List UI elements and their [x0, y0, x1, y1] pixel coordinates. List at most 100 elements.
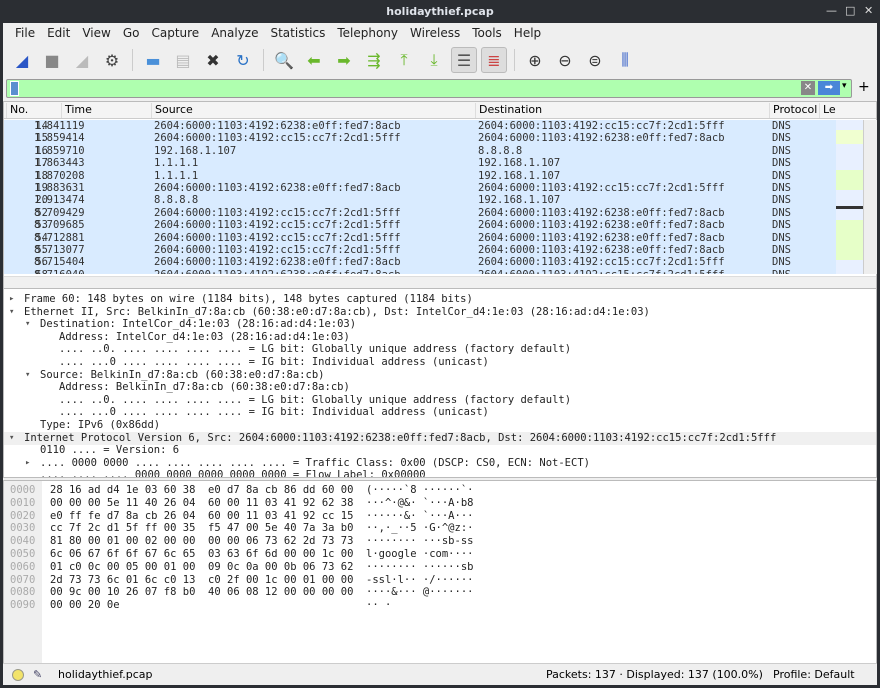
- packet-row[interactable]: 18 1.870208 1.1.1.1 192.168.1.107 DNS: [4, 169, 836, 182]
- find-icon[interactable]: 🔍: [271, 47, 297, 73]
- display-filter-input[interactable]: [23, 80, 803, 97]
- packet-row[interactable]: 54 8.712881 2604:6000:1103:4192:cc15:cc7f:…: [4, 231, 836, 244]
- packet-row[interactable]: 588.7160402604:6000:1103:4192:6238:e0ff:…: [4, 268, 836, 274]
- menu-view[interactable]: View: [76, 26, 116, 40]
- bookmark-icon[interactable]: [10, 81, 19, 96]
- menu-analyze[interactable]: Analyze: [205, 26, 264, 40]
- hex-bytes[interactable]: cc 7f 2c d1 5f ff 00 35 f5 47 00 5e 40 7…: [50, 522, 353, 535]
- menu-statistics[interactable]: Statistics: [264, 26, 331, 40]
- hex-bytes[interactable]: 81 80 00 01 00 02 00 00 00 00 06 73 62 2…: [50, 535, 353, 548]
- shark-fin-start-icon[interactable]: ◢: [9, 47, 35, 73]
- close-icon[interactable]: ✕: [864, 4, 873, 17]
- packet-row[interactable]: 16 1.859710 192.168.1.107 8.8.8.8 DNS: [4, 144, 836, 158]
- hex-ascii[interactable]: l·google ·com····: [366, 548, 473, 561]
- packet-minimap[interactable]: [836, 120, 863, 274]
- detail-row[interactable]: .... ...0 .... .... .... .... = IG bit: …: [4, 406, 876, 419]
- packet-row[interactable]: 15 1.859414 2604:6000:1103:4192:cc15:cc7f:…: [4, 132, 836, 145]
- detail-row[interactable]: ▾ Source: BelkinIn_d7:8a:cb (60:38:e0:d7:…: [4, 369, 876, 382]
- capture-comment-icon[interactable]: ✎: [33, 664, 42, 686]
- detail-row[interactable]: ▾ Ethernet II, Src: BelkinIn_d7:8a:cb (60…: [4, 306, 876, 319]
- menu-wireless[interactable]: Wireless: [404, 26, 466, 40]
- packet-row[interactable]: 56 8.715404 2604:6000:1103:4192:6238:e0ff:…: [4, 256, 836, 269]
- detail-row[interactable]: Address: IntelCor_d4:1e:03 (28:16:ad:d4:…: [4, 331, 876, 344]
- detail-row[interactable]: .... ...0 .... .... .... .... = IG bit: …: [4, 356, 876, 369]
- zoom-in-icon[interactable]: ⊕: [522, 47, 548, 73]
- open-folder-icon[interactable]: ▬: [140, 47, 166, 73]
- colorize-icon[interactable]: ≣: [481, 47, 507, 73]
- clear-filter-icon[interactable]: ✕: [801, 81, 815, 95]
- back-arrow-icon[interactable]: ⬅: [301, 47, 327, 73]
- packet-row[interactable]: 14 1.841119 2604:6000:1103:4192:6238:e0ff:…: [4, 120, 836, 133]
- detail-row[interactable]: Address: BelkinIn_d7:8a:cb (60:38:e0:d7:…: [4, 381, 876, 394]
- hex-bytes[interactable]: 00 00 20 0e: [50, 599, 120, 612]
- status-profile[interactable]: Profile: Default: [773, 664, 855, 686]
- add-filter-button-icon[interactable]: +: [858, 79, 870, 95]
- detail-row[interactable]: .... ..0. .... .... .... .... = LG bit: …: [4, 394, 876, 407]
- menu-go[interactable]: Go: [117, 26, 146, 40]
- collapsed-arrow-icon[interactable]: ▸: [9, 293, 14, 306]
- packet-row[interactable]: 55 8.713077 2604:6000:1103:4192:cc15:cc7f:…: [4, 244, 836, 257]
- expanded-arrow-icon[interactable]: ▾: [9, 306, 14, 319]
- last-packet-icon[interactable]: ⤓: [421, 47, 447, 73]
- hex-ascii[interactable]: -ssl·l·· ·/······: [366, 574, 473, 587]
- column-header-time[interactable]: Time: [61, 103, 92, 118]
- detail-row[interactable]: ▸ .... 0000 0000 .... .... .... .... ....…: [4, 457, 876, 470]
- column-header-destination[interactable]: Destination: [475, 103, 542, 118]
- menu-telephony[interactable]: Telephony: [331, 26, 404, 40]
- detail-row[interactable]: 0110 .... = Version: 6: [4, 444, 876, 457]
- stop-icon[interactable]: ■: [39, 47, 65, 73]
- expanded-arrow-icon[interactable]: ▾: [9, 432, 14, 445]
- detail-row[interactable]: Type: IPv6 (0x86dd): [4, 419, 876, 432]
- expert-info-icon[interactable]: [12, 669, 24, 681]
- hex-bytes[interactable]: 2d 73 73 6c 01 6c c0 13 c0 2f 00 1c 00 0…: [50, 574, 353, 587]
- detail-row[interactable]: ▾ Internet Protocol Version 6, Src: 2604:…: [4, 431, 876, 445]
- expanded-arrow-icon[interactable]: ▾: [25, 369, 30, 382]
- go-to-packet-icon[interactable]: ⇶: [361, 47, 387, 73]
- packet-row[interactable]: 17 1.863443 1.1.1.1 192.168.1.107 DNS: [4, 157, 836, 170]
- packet-row[interactable]: 19 1.883631 2604:6000:1103:4192:6238:e0ff:…: [4, 182, 836, 195]
- save-file-icon[interactable]: ▤: [170, 47, 196, 73]
- resize-columns-icon[interactable]: ⫼: [612, 47, 638, 73]
- packet-list-scrollbar[interactable]: [863, 120, 877, 274]
- detail-row[interactable]: ▾ Destination: IntelCor_d4:1e:03 (28:16:a…: [4, 318, 876, 331]
- menu-capture[interactable]: Capture: [145, 26, 205, 40]
- detail-row[interactable]: ▸ Frame 60: 148 bytes on wire (1184 bits)…: [4, 293, 876, 306]
- hex-bytes[interactable]: 28 16 ad d4 1e 03 60 38 e0 d7 8a cb 86 d…: [50, 484, 353, 497]
- options-gear-icon[interactable]: ⚙: [99, 47, 125, 73]
- hex-bytes[interactable]: e0 ff fe d7 8a cb 26 04 60 00 11 03 41 9…: [50, 510, 353, 523]
- column-header-protocol[interactable]: Protocol: [769, 103, 817, 118]
- column-header-le[interactable]: Le: [819, 103, 836, 118]
- hex-ascii[interactable]: ······&· `···A···: [366, 510, 473, 523]
- hex-bytes[interactable]: 6c 06 67 6f 6f 67 6c 65 03 63 6f 6d 00 0…: [50, 548, 353, 561]
- maximize-icon[interactable]: □: [845, 4, 855, 17]
- expanded-arrow-icon[interactable]: ▾: [25, 318, 30, 331]
- hex-ascii[interactable]: ········ ······sb: [366, 561, 473, 574]
- hex-bytes[interactable]: 00 9c 00 10 26 07 f8 b0 40 06 08 12 00 0…: [50, 586, 353, 599]
- menu-edit[interactable]: Edit: [41, 26, 76, 40]
- autoscroll-icon[interactable]: ☰: [451, 47, 477, 73]
- minimize-icon[interactable]: —: [826, 4, 837, 17]
- hex-ascii[interactable]: (·····`8 ······`·: [366, 484, 473, 497]
- detail-row[interactable]: .... .... .... 0000 0000 0000 0000 0000 …: [4, 469, 876, 477]
- menu-help[interactable]: Help: [508, 26, 547, 40]
- restart-icon[interactable]: ◢: [69, 47, 95, 73]
- forward-arrow-icon[interactable]: ➡: [331, 47, 357, 73]
- menu-tools[interactable]: Tools: [466, 26, 508, 40]
- hex-ascii[interactable]: ··,·_··5 ·G·^@z:·: [366, 522, 473, 535]
- packet-row[interactable]: 20 1.913474 8.8.8.8 192.168.1.107 DNS: [4, 194, 836, 207]
- packet-row[interactable]: 52 8.709429 2604:6000:1103:4192:cc15:cc7f:…: [4, 206, 836, 220]
- reload-file-icon[interactable]: ↻: [230, 47, 256, 73]
- hex-ascii[interactable]: ····&··· @·······: [366, 586, 473, 599]
- filter-dropdown-icon[interactable]: ▾: [842, 81, 847, 91]
- column-header-source[interactable]: Source: [151, 103, 193, 118]
- apply-filter-icon[interactable]: ➡: [818, 81, 840, 95]
- detail-row[interactable]: .... ..0. .... .... .... .... = LG bit: …: [4, 343, 876, 356]
- zoom-normal-icon[interactable]: ⊜: [582, 47, 608, 73]
- collapsed-arrow-icon[interactable]: ▸: [25, 457, 30, 470]
- hex-ascii[interactable]: ········ ···sb-ss: [366, 535, 473, 548]
- zoom-out-icon[interactable]: ⊖: [552, 47, 578, 73]
- first-packet-icon[interactable]: ⤒: [391, 47, 417, 73]
- hex-bytes[interactable]: 01 c0 0c 00 05 00 01 00 09 0c 0a 00 0b 0…: [50, 561, 353, 574]
- hex-ascii[interactable]: ···^·@&· `···A·b8: [366, 497, 473, 510]
- menu-file[interactable]: File: [9, 26, 41, 40]
